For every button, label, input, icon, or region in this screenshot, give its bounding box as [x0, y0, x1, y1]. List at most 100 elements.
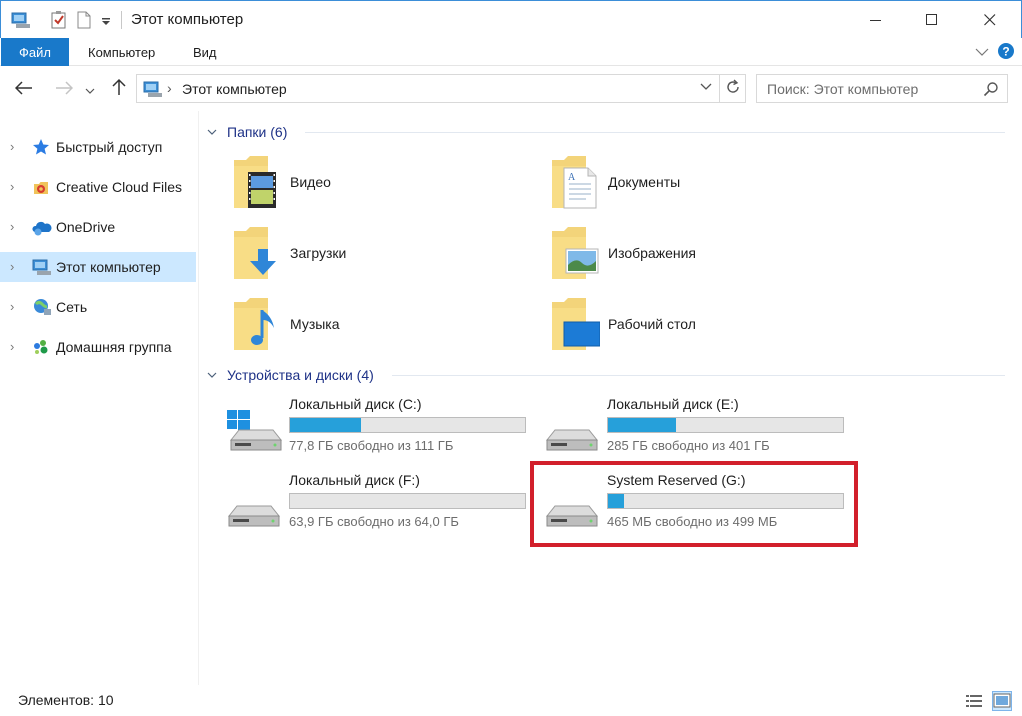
refresh-button[interactable] [719, 74, 746, 103]
computer-icon [32, 258, 51, 276]
tab-file[interactable]: Файл [1, 38, 69, 66]
status-bar: Элементов: 10 [0, 685, 1022, 716]
maximize-button[interactable] [909, 1, 955, 39]
drive-usage-fill [290, 418, 361, 432]
minimize-button[interactable] [853, 1, 899, 39]
ribbon-tabs: Файл Компьютер Вид ? [0, 38, 1022, 66]
sidebar-item-creative-cloud[interactable]: › Creative Cloud Files [0, 172, 196, 202]
close-button[interactable] [967, 1, 1013, 39]
folder-label: Загрузки [290, 245, 347, 261]
drive-free-space: 63,9 ГБ свободно из 64,0 ГБ [289, 514, 459, 529]
folder-desktop[interactable]: Рабочий стол [552, 298, 852, 362]
customize-toolbar-icon[interactable] [101, 14, 111, 30]
group-title: Устройства и диски (4) [227, 367, 374, 383]
pictures-folder-icon [552, 227, 600, 281]
group-title: Папки (6) [227, 124, 288, 140]
new-folder-icon[interactable] [77, 11, 91, 32]
up-arrow-icon [112, 78, 126, 101]
folder-pictures[interactable]: Изображения [552, 227, 852, 291]
drive-free-space: 285 ГБ свободно из 401 ГБ [607, 438, 770, 453]
chevron-right-icon[interactable]: › [10, 179, 14, 194]
group-divider [305, 132, 1005, 133]
folder-downloads[interactable]: Загрузки [234, 227, 534, 291]
folder-video[interactable]: Видео [234, 156, 534, 220]
drive-usage-fill [608, 418, 677, 432]
address-bar[interactable]: › Этот компьютер [136, 74, 746, 103]
breadcrumb[interactable]: Этот компьютер [182, 81, 287, 97]
sidebar-item-label: Быстрый доступ [56, 139, 163, 155]
help-button[interactable]: ? [996, 42, 1016, 62]
recent-locations-button[interactable] [82, 77, 98, 101]
forward-arrow-icon [55, 79, 74, 100]
details-view-button[interactable] [964, 691, 984, 711]
documents-folder-icon: A [552, 156, 600, 210]
chevron-down-icon [85, 79, 95, 100]
homegroup-icon [32, 338, 50, 356]
drive-usage-bar [607, 417, 844, 433]
sidebar-item-onedrive[interactable]: › OneDrive [0, 212, 196, 242]
folder-label: Документы [608, 174, 681, 190]
folder-documents[interactable]: A Документы [552, 156, 852, 220]
chevron-right-icon[interactable]: › [10, 299, 14, 314]
highlight-annotation [530, 461, 858, 547]
folder-music[interactable]: Музыка [234, 298, 534, 362]
onedrive-icon [32, 218, 52, 236]
address-dropdown-icon[interactable] [700, 80, 712, 94]
forward-button[interactable] [52, 77, 76, 101]
folder-label: Музыка [290, 316, 340, 332]
drive-name: Локальный диск (F:) [289, 472, 420, 488]
window-title: Этот компьютер [131, 11, 244, 28]
tab-computer[interactable]: Компьютер [88, 38, 155, 66]
folder-label: Видео [290, 174, 331, 190]
sidebar-item-label: OneDrive [56, 219, 116, 235]
windows-drive-icon [227, 409, 283, 454]
search-box[interactable]: Поиск: Этот компьютер [756, 74, 1008, 103]
chevron-right-icon[interactable]: › [10, 259, 14, 274]
drive-name: Локальный диск (E:) [607, 396, 739, 412]
sidebar-item-homegroup[interactable]: › Домашняя группа [0, 332, 196, 362]
tab-view[interactable]: Вид [193, 38, 217, 66]
search-icon[interactable] [983, 81, 999, 100]
folders-group-header[interactable]: Папки (6) [207, 122, 287, 142]
refresh-icon [725, 79, 741, 98]
help-icon: ? [997, 42, 1015, 63]
sidebar-item-network[interactable]: › Сеть [0, 292, 196, 322]
navigation-bar: › Этот компьютер Поиск: Этот компьютер [0, 67, 1022, 111]
chevron-down-icon[interactable] [207, 125, 221, 139]
chevron-right-icon[interactable]: › [10, 139, 14, 154]
search-input[interactable]: Поиск: Этот компьютер [767, 81, 918, 97]
chevron-right-icon[interactable]: › [10, 339, 14, 354]
up-button[interactable] [107, 77, 131, 101]
network-icon [32, 298, 51, 316]
item-count: Элементов: 10 [18, 692, 114, 708]
chevron-down-icon [975, 44, 989, 60]
sidebar-item-quick-access[interactable]: › Быстрый доступ [0, 132, 196, 162]
sidebar-item-this-pc[interactable]: › Этот компьютер [0, 252, 196, 282]
title-separator [121, 11, 122, 29]
svg-text:?: ? [1002, 44, 1009, 58]
large-icons-view-button[interactable] [992, 691, 1012, 711]
breadcrumb-chevron-icon[interactable]: › [167, 80, 172, 96]
computer-icon [143, 80, 163, 101]
folder-label: Изображения [608, 245, 696, 261]
navigation-pane: › Быстрый доступ › Creative Cloud Files … [0, 111, 199, 685]
svg-text:A: A [568, 172, 576, 183]
chevron-right-icon[interactable]: › [10, 219, 14, 234]
drive-icon [227, 486, 283, 530]
title-bar: Этот компьютер [0, 0, 1022, 38]
downloads-folder-icon [234, 227, 282, 281]
back-arrow-icon [14, 79, 33, 100]
sidebar-item-label: Сеть [56, 299, 88, 315]
drive-f[interactable]: Локальный диск (F:) 63,9 ГБ свободно из … [227, 472, 527, 536]
drive-c[interactable]: Локальный диск (C:) 77,8 ГБ свободно из … [227, 396, 527, 460]
details-view-icon [965, 695, 983, 713]
back-button[interactable] [12, 77, 36, 101]
drive-e[interactable]: Локальный диск (E:) 285 ГБ свободно из 4… [545, 396, 845, 460]
ribbon-expand-button[interactable] [972, 42, 992, 62]
properties-icon[interactable] [51, 11, 67, 32]
chevron-down-icon[interactable] [207, 368, 221, 382]
drive-usage-bar [289, 417, 526, 433]
drives-group-header[interactable]: Устройства и диски (4) [207, 365, 374, 385]
desktop-folder-icon [552, 298, 601, 352]
sidebar-item-label: Домашняя группа [56, 339, 172, 355]
